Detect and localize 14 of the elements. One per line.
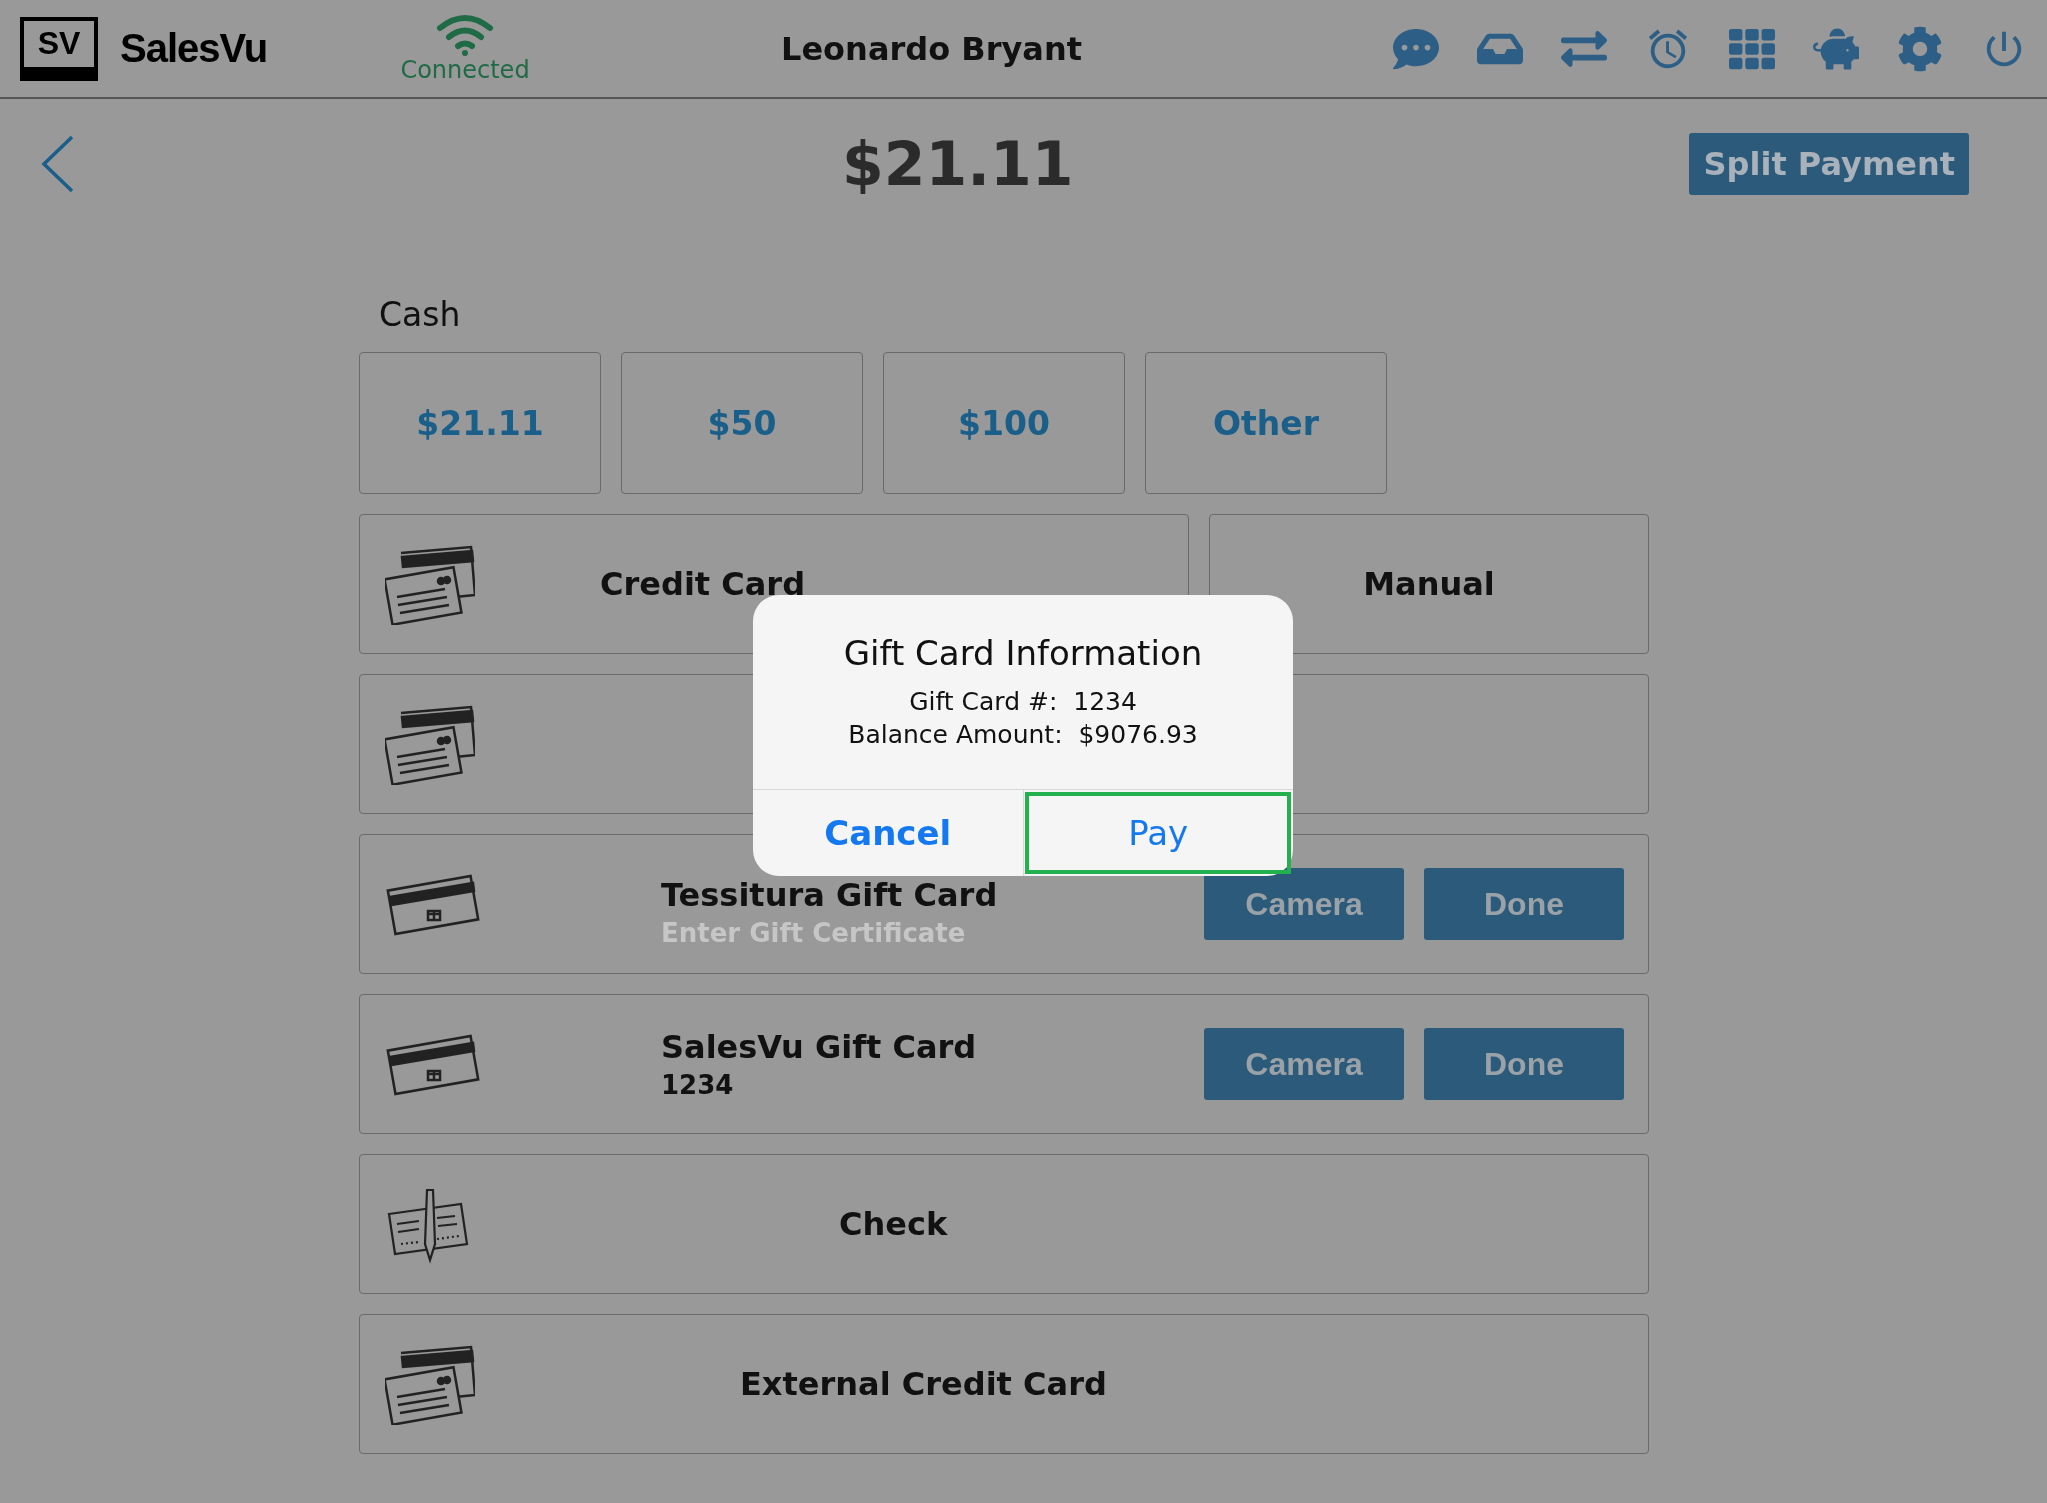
section-title: Cash [379,295,462,334]
connection-status: Connected [400,55,530,84]
dialog-text: Balance Amount: $9076.93 [848,720,1198,749]
payment-method-label: Tessitura Gift Card [661,876,999,914]
payment-method-label: Check [839,1205,948,1243]
payment-method-label: External Credit Card [740,1365,1107,1403]
gift-card-number: 1234 [661,1070,735,1100]
total-amount: $21.11 [841,129,1074,199]
logo-name: SalesVu [120,26,268,71]
user-name: Leonardo Bryant [780,29,1083,68]
logo-badge: SV [20,16,98,81]
payment-method-label: Credit Card [600,565,806,603]
dialog-text: Gift Card #: 1234 [909,687,1137,716]
payment-method-label: SalesVu Gift Card [661,1028,977,1066]
